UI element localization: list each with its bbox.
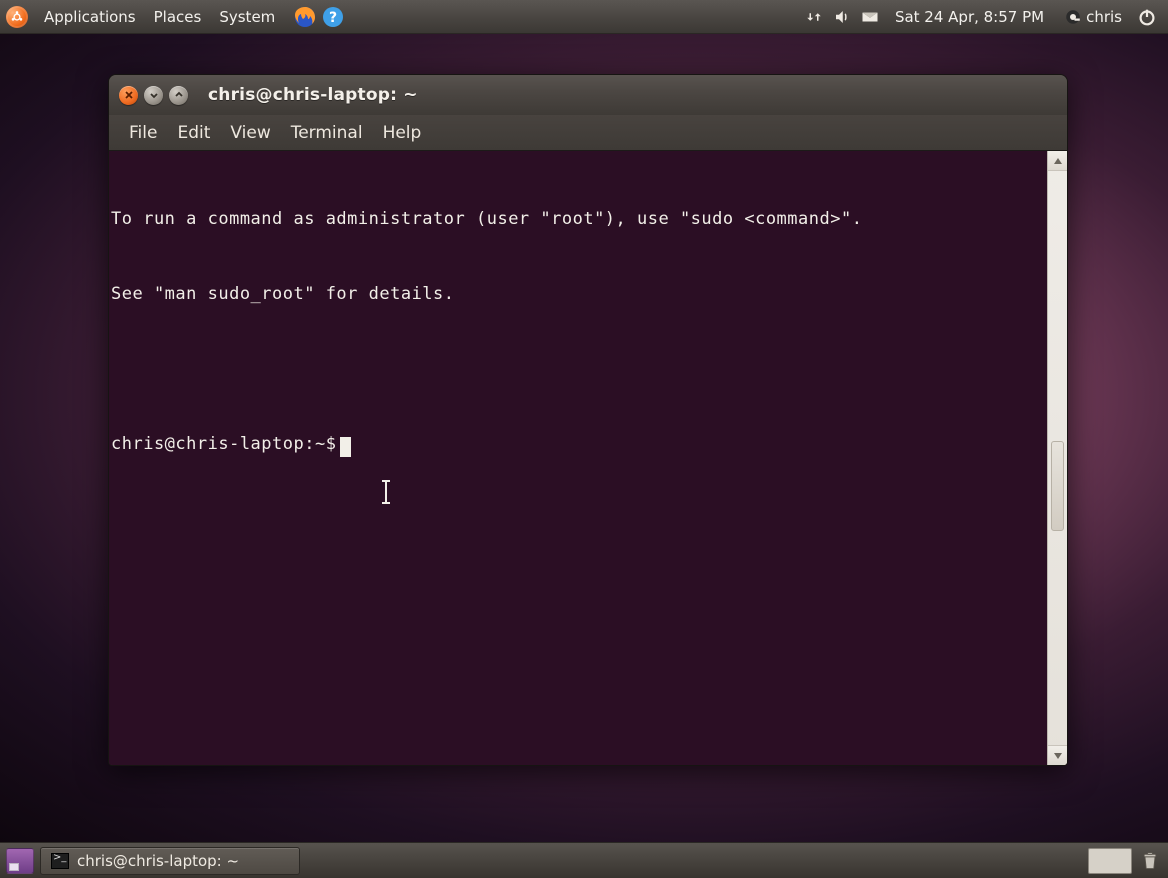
terminal-content[interactable]: To run a command as administrator (user … <box>109 151 1047 765</box>
terminal-icon <box>51 853 69 869</box>
terminal-scrollbar[interactable] <box>1047 151 1067 765</box>
terminal-prompt: chris@chris-laptop:~$ <box>111 432 336 457</box>
ubuntu-logo-icon[interactable] <box>6 6 28 28</box>
mail-icon[interactable] <box>861 8 879 26</box>
menu-file[interactable]: File <box>121 119 165 147</box>
text-cursor-icon <box>385 481 387 503</box>
terminal-blank-line <box>109 357 1045 382</box>
menu-applications[interactable]: Applications <box>36 4 144 30</box>
window-menubar: File Edit View Terminal Help <box>109 115 1067 151</box>
menu-help[interactable]: Help <box>375 119 430 147</box>
scrollbar-thumb[interactable] <box>1051 441 1064 531</box>
network-icon[interactable] <box>805 8 823 26</box>
menu-view[interactable]: View <box>222 119 278 147</box>
scrollbar-down-button[interactable] <box>1048 745 1067 765</box>
workspace-switcher[interactable] <box>1088 848 1132 874</box>
top-panel-menus: Applications Places System ? <box>6 4 345 30</box>
taskbar-button-label: chris@chris-laptop: ~ <box>77 852 239 870</box>
user-switcher[interactable]: chris <box>1060 8 1126 26</box>
svg-text:?: ? <box>329 10 337 26</box>
terminal-output-line: See "man sudo_root" for details. <box>109 282 1045 307</box>
window-minimize-button[interactable] <box>144 86 163 105</box>
volume-icon[interactable] <box>833 8 851 26</box>
top-panel: Applications Places System ? Sat 24 Apr,… <box>0 0 1168 34</box>
trash-icon[interactable] <box>1138 849 1162 873</box>
indicator-area: Sat 24 Apr, 8:57 PM chris <box>805 6 1162 28</box>
clock[interactable]: Sat 24 Apr, 8:57 PM <box>889 8 1050 26</box>
bottom-panel: chris@chris-laptop: ~ <box>0 842 1168 878</box>
window-maximize-button[interactable] <box>169 86 188 105</box>
firefox-icon[interactable] <box>293 5 317 29</box>
menu-places[interactable]: Places <box>146 4 210 30</box>
terminal-window: chris@chris-laptop: ~ File Edit View Ter… <box>108 74 1068 766</box>
show-desktop-button[interactable] <box>6 848 34 874</box>
menu-terminal[interactable]: Terminal <box>283 119 371 147</box>
quick-launch: ? <box>293 5 345 29</box>
scrollbar-up-button[interactable] <box>1048 151 1067 171</box>
terminal-output-line: To run a command as administrator (user … <box>109 207 1045 232</box>
terminal-prompt-line: chris@chris-laptop:~$ <box>109 432 1045 457</box>
menu-edit[interactable]: Edit <box>169 119 218 147</box>
scrollbar-track[interactable] <box>1048 171 1067 745</box>
window-close-button[interactable] <box>119 86 138 105</box>
terminal-area: To run a command as administrator (user … <box>109 151 1067 765</box>
terminal-cursor-icon <box>340 437 351 457</box>
help-icon[interactable]: ? <box>321 5 345 29</box>
power-icon[interactable] <box>1136 6 1158 28</box>
username-label: chris <box>1086 8 1122 26</box>
taskbar-button-terminal[interactable]: chris@chris-laptop: ~ <box>40 847 300 875</box>
window-title: chris@chris-laptop: ~ <box>208 85 418 105</box>
window-titlebar[interactable]: chris@chris-laptop: ~ <box>109 75 1067 115</box>
menu-system[interactable]: System <box>211 4 283 30</box>
